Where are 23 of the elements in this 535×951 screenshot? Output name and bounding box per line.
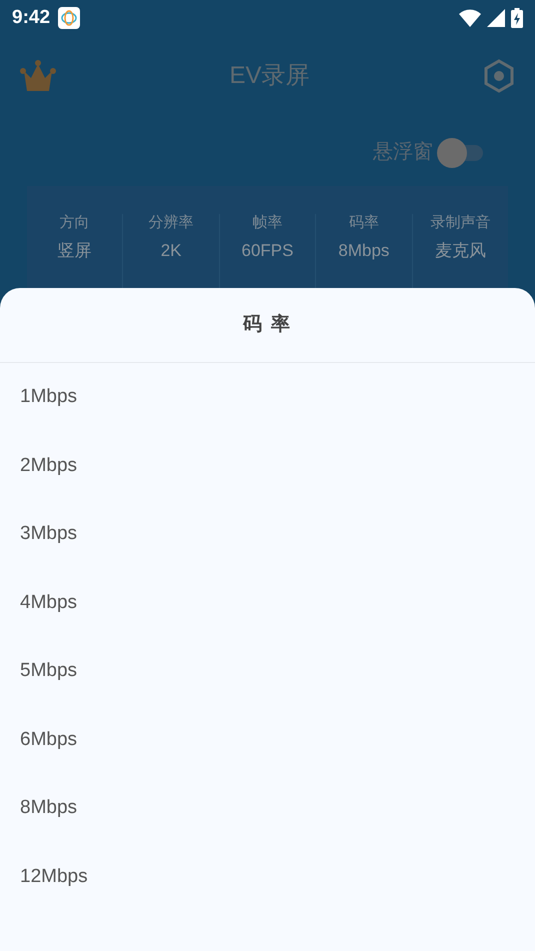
setting-label: 方向	[60, 214, 90, 232]
bitrate-option[interactable]: 8Mbps	[20, 794, 78, 822]
bitrate-option[interactable]: 5Mbps	[20, 657, 78, 686]
wifi-icon	[459, 9, 481, 27]
toggle-label: 悬浮窗	[373, 140, 433, 165]
signal-icon	[487, 9, 505, 27]
battery-icon	[511, 8, 523, 28]
crown-icon[interactable]	[20, 59, 56, 93]
bitrate-option[interactable]: 12Mbps	[20, 862, 88, 891]
app-notification-icon	[58, 7, 80, 29]
bitrate-option[interactable]: 1Mbps	[20, 383, 78, 412]
bitrate-option[interactable]: 4Mbps	[20, 588, 78, 617]
bitrate-option[interactable]: 3Mbps	[20, 520, 78, 548]
setting-label: 码率	[348, 214, 379, 232]
setting-label: 分辨率	[148, 214, 194, 232]
setting-label: 帧率	[252, 214, 283, 232]
sheet-title: 码 率	[242, 312, 292, 337]
bitrate-option[interactable]: 2Mbps	[20, 452, 78, 480]
status-time: 9:42	[12, 6, 50, 30]
setting-label: 录制声音	[430, 214, 490, 232]
bitrate-option[interactable]: 6Mbps	[20, 726, 78, 754]
settings-icon[interactable]	[482, 59, 515, 93]
app-title: EV录屏	[229, 61, 310, 91]
